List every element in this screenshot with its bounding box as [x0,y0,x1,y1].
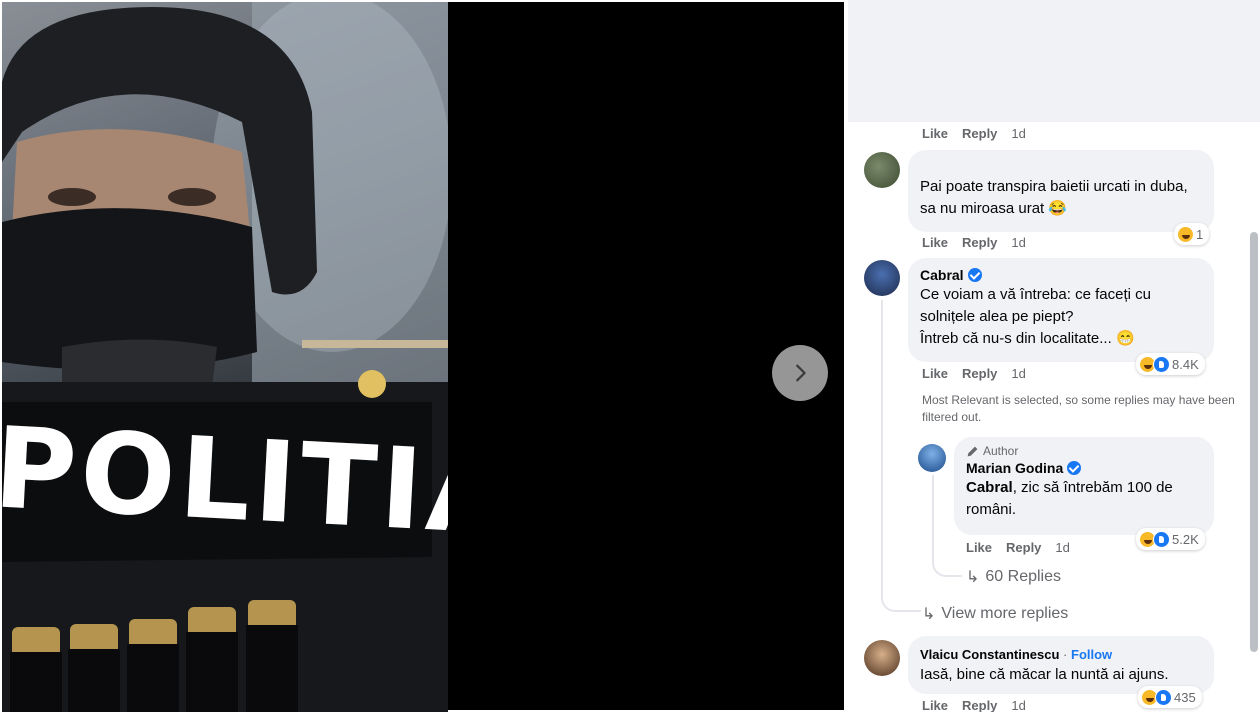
post-photo[interactable]: POLITIA [2,2,448,712]
comment-time[interactable]: 1d [1055,540,1069,555]
like-reaction-icon [1153,530,1170,548]
like-button[interactable]: Like [922,126,948,141]
comment-time[interactable]: 1d [1011,126,1025,141]
reply-button[interactable]: Reply [962,235,997,250]
author-name[interactable]: Vlaicu Constantinescu [920,647,1059,662]
comment-text: Ce voiam a vă întreba: ce faceți cu soln… [920,286,1151,347]
avatar[interactable] [864,260,900,296]
follow-button[interactable]: Follow [1071,647,1112,662]
avatar[interactable] [918,444,946,472]
like-button[interactable]: Like [922,698,948,712]
post-viewer: POLITIA Like Reply 1d Pai poate transpir… [0,0,1260,712]
reaction-summary[interactable]: 8.4K [1136,353,1205,375]
vest-label: POLITIA [2,403,448,561]
haha-reaction-icon [1177,225,1194,243]
like-reaction-icon [1153,355,1170,373]
comment-actions: Like Reply 1d [922,698,1026,712]
reaction-summary[interactable]: 5.2K [1136,528,1205,550]
view-more-label[interactable]: View more replies [941,605,1068,623]
author-badge: Author [966,443,1202,459]
police-selfie-image [2,2,448,712]
like-button[interactable]: Like [922,366,948,381]
comment-author[interactable]: Vlaicu Constantinescu · Follow [920,646,1202,664]
reaction-summary[interactable]: 1 [1174,223,1210,245]
comment-author[interactable]: Cabral [920,266,1202,284]
comment-actions: Like Reply 1d [922,366,1026,381]
comment-time[interactable]: 1d [1011,366,1025,381]
photo-viewer: POLITIA [0,0,846,712]
comment-bubble: Pai poate transpira baietii urcati in du… [908,150,1214,232]
reply-arrow-icon: ↳ [922,606,936,623]
comment-text: Pai poate transpira baietii urcati in du… [920,178,1188,217]
comment-actions: Like Reply 1d [922,235,1026,250]
next-photo-button[interactable] [772,345,828,401]
author-name[interactable]: Cabral [920,266,964,284]
reaction-count: 1 [1196,226,1204,242]
reply-button[interactable]: Reply [1006,540,1041,555]
reaction-summary[interactable]: 435 [1138,686,1202,708]
reaction-count: 8.4K [1172,356,1199,372]
mention-link[interactable]: Cabral [966,479,1013,496]
reply-button[interactable]: Reply [962,126,997,141]
like-reaction-icon [1155,688,1172,706]
comment-text: Iasă, bine că măcar la nuntă ai ajuns. [920,666,1169,683]
comments-scrollbar[interactable] [1250,232,1258,652]
panel-header-area [848,0,1260,122]
comment-text: Cabral, zic să întrebăm 100 de români. [966,477,1202,521]
relevance-note: Most Relevant is selected, so some repli… [922,393,1235,424]
comment-time[interactable]: 1d [1011,235,1025,250]
comment-actions: Like Reply 1d [922,126,1026,141]
like-button[interactable]: Like [966,540,992,555]
avatar[interactable] [864,152,900,188]
reaction-count: 5.2K [1172,531,1199,547]
comment-time[interactable]: 1d [1011,698,1025,712]
reply-button[interactable]: Reply [962,366,997,381]
chevron-right-icon [796,364,806,382]
replies-link[interactable]: ↳ 60 Replies [966,567,1061,587]
author-name[interactable]: Marian Godina [966,459,1063,477]
verified-badge-icon [967,268,982,282]
comment-author[interactable]: Marian Godina [966,459,1202,477]
replies-link-label[interactable]: 60 Replies [985,568,1061,586]
thread-line [881,300,921,612]
like-button[interactable]: Like [922,235,948,250]
comment-actions: Like Reply 1d [966,540,1070,555]
verified-badge-icon [1067,461,1082,475]
comments-panel: Like Reply 1d Pai poate transpira baieti… [848,0,1260,712]
reply-button[interactable]: Reply [962,698,997,712]
reply-bubble: Author Marian Godina Cabral, zic să într… [954,437,1214,535]
avatar[interactable] [864,640,900,676]
comment-bubble: Cabral Ce voiam a vă întreba: ce faceți … [908,258,1214,362]
reaction-count: 435 [1174,689,1196,705]
author-badge-label: Author [983,444,1019,458]
reply-arrow-icon: ↳ [966,569,980,586]
pencil-icon [967,446,978,456]
view-more-replies[interactable]: ↳ View more replies [922,604,1068,624]
